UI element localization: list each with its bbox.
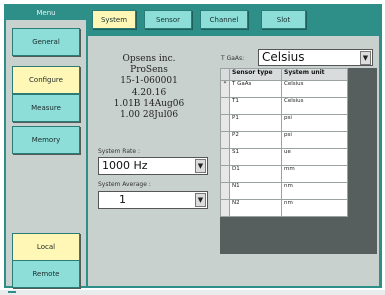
system-unit-cell[interactable]: Celsius [281,97,348,115]
sensor-type-cell[interactable]: N2 [229,199,282,217]
table-row[interactable]: T1 Celsius [220,97,348,115]
table-row[interactable]: S1 ue [220,148,348,166]
row-selector [220,97,230,115]
table-row[interactable]: * T GaAs Celsius [220,80,348,98]
system-average-value: 1 [119,193,126,206]
t-gaas-unit-value: Celsius [262,50,305,64]
tab-bar: System Sensor Channel Slot [88,6,379,36]
menu-measure-button[interactable]: Measure [12,94,80,122]
table-header-row: Sensor type System unit [220,68,348,81]
sensor-type-cell[interactable]: D1 [229,165,282,183]
menu-general-button[interactable]: General [12,28,80,56]
build-info-2: 1.00 28Jul06 [119,110,179,121]
status-strip [0,290,385,295]
row-selector [220,182,230,200]
table-row[interactable]: N2 nm [220,199,348,217]
table-row[interactable]: N1 nm [220,182,348,200]
product-name: ProSens [130,65,168,76]
t-gaas-label: T GaAs: [221,55,245,62]
system-unit-cell[interactable]: mm [281,165,348,183]
system-unit-cell[interactable]: Celsius [281,80,348,98]
row-marker: * [220,80,230,98]
system-unit-cell[interactable]: psi [281,114,348,132]
firmware-version: 4.20.16 [131,87,167,98]
system-unit-cell[interactable]: ue [281,148,348,166]
menu-title: Menu [6,6,86,20]
table-row[interactable]: D1 mm [220,165,348,183]
company-name: Opsens inc. [122,54,176,64]
t-gaas-unit-select[interactable]: Celsius ▼ [258,49,373,66]
chevron-down-icon[interactable]: ▼ [195,159,206,173]
sensor-unit-table: Sensor type System unit * T GaAs Celsius… [220,68,348,217]
sensor-type-cell[interactable]: T1 [229,97,282,115]
local-button[interactable]: Local [12,233,80,261]
system-rate-value: 1000 Hz [102,159,148,172]
row-selector [220,131,230,149]
system-unit-cell[interactable]: psi [281,131,348,149]
remote-button[interactable]: Remote [12,260,80,288]
tab-sensor[interactable]: Sensor [144,10,192,29]
row-selector [220,148,230,166]
system-rate-label: System Rate : [98,148,140,155]
build-info-1: 1.01B 14Aug06 [113,98,185,109]
tab-channel[interactable]: Channel [200,10,248,29]
sensor-type-cell[interactable]: T GaAs [229,80,282,98]
sensor-type-cell[interactable]: P1 [229,114,282,132]
column-header-sensor-type: Sensor type [229,68,282,81]
menu-memory-button[interactable]: Memory [12,126,80,154]
table-row[interactable]: P2 psi [220,131,348,149]
sensor-type-cell[interactable]: S1 [229,148,282,166]
menu-configure-button[interactable]: Configure [12,66,80,94]
system-panel: Opsens inc. ProSens 15-1-060001 4.20.16 … [88,36,379,286]
system-average-label: System Average : [98,181,151,188]
system-average-select[interactable]: 1 ▼ [98,191,208,209]
sensor-unit-grid: Sensor type System unit * T GaAs Celsius… [220,68,377,254]
sensor-type-cell[interactable]: N1 [229,182,282,200]
system-rate-select[interactable]: 1000 Hz ▼ [98,157,208,175]
serial-number: 15-1-060001 [120,76,178,87]
row-selector [220,114,230,132]
row-selector [220,199,230,217]
status-indicator [8,291,16,293]
chevron-down-icon[interactable]: ▼ [360,51,371,65]
system-unit-cell[interactable]: nm [281,199,348,217]
sidebar: Menu General Configure Measure Memory Lo… [6,6,86,288]
row-selector-header [220,68,230,81]
column-header-system-unit: System unit [281,68,348,81]
sensor-type-cell[interactable]: P2 [229,131,282,149]
tab-slot[interactable]: Slot [261,10,306,29]
system-info: Opsens inc. ProSens 15-1-060001 4.20.16 … [88,54,210,121]
row-selector [220,165,230,183]
chevron-down-icon[interactable]: ▼ [195,193,206,207]
system-unit-cell[interactable]: nm [281,182,348,200]
tab-system[interactable]: System [92,10,136,29]
table-row[interactable]: P1 psi [220,114,348,132]
